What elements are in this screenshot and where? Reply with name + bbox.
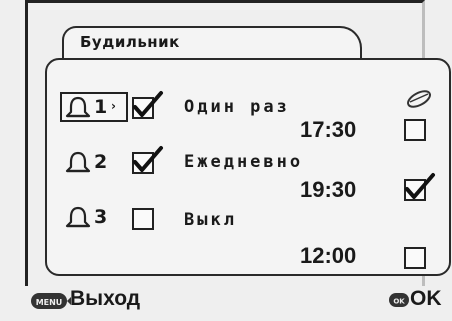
alarm-1-number: 1	[94, 96, 108, 118]
alarm-1-enable-checkbox[interactable]	[132, 91, 163, 119]
exit-label[interactable]: Выход	[70, 287, 140, 311]
page-title: Будильник	[80, 33, 180, 51]
arrow-right-icon: ›	[111, 99, 116, 113]
checkmark-icon	[133, 91, 163, 117]
bell-icon	[65, 151, 91, 173]
alarm-3-sound-checkbox[interactable]	[404, 247, 426, 269]
alarm-1-time[interactable]: 17:30	[300, 117, 356, 143]
sound-icon	[407, 90, 431, 108]
bell-icon	[65, 96, 91, 118]
alarm-2-mode: Ежедневно	[184, 152, 304, 172]
checkmark-icon	[405, 173, 435, 199]
ok-button-icon[interactable]: OK	[388, 291, 410, 309]
alarm-3-mode: Выкл	[184, 210, 237, 230]
alarm-3-number: 3	[94, 206, 108, 228]
alarm-2-time[interactable]: 19:30	[300, 177, 356, 203]
menu-button-icon[interactable]: MENU	[30, 291, 72, 311]
ok-label[interactable]: OK	[410, 287, 442, 311]
ok-button-label: OK	[393, 298, 405, 306]
checkmark-icon	[133, 146, 163, 172]
alarm-3-time[interactable]: 12:00	[300, 243, 356, 269]
menu-button-label: MENU	[36, 298, 63, 307]
alarm-screen: Будильник 1 › Один раз 17:30 2 Ежедневно…	[0, 0, 452, 321]
alarm-2-enable-checkbox[interactable]	[132, 146, 163, 174]
alarm-2-sound-checkbox[interactable]	[404, 173, 435, 201]
alarm-3-enable-checkbox[interactable]	[132, 208, 154, 230]
bell-icon	[65, 206, 91, 228]
alarm-1-sound-checkbox[interactable]	[404, 119, 426, 141]
alarm-1-mode: Один раз	[184, 97, 290, 117]
alarm-2-number: 2	[94, 151, 108, 173]
